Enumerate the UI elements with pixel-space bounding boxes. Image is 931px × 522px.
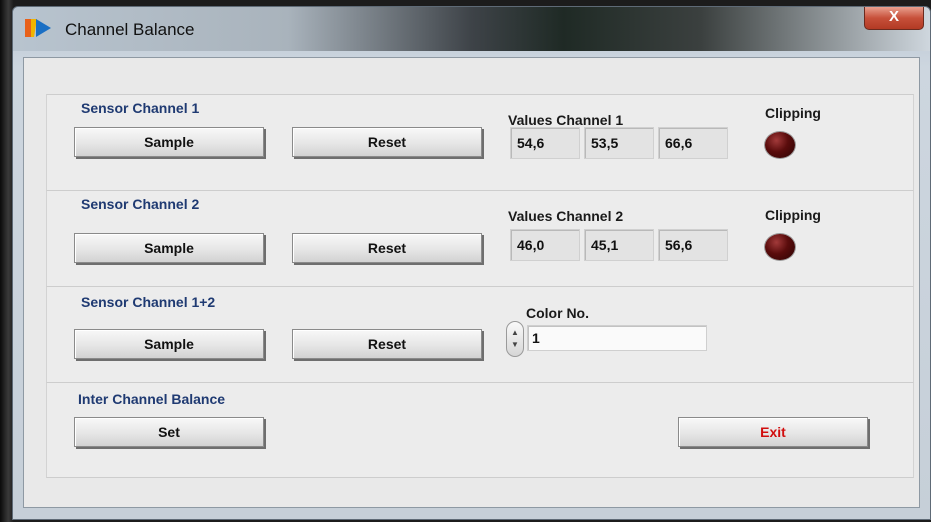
group-sensor-channel-2: Sensor Channel 2 Sample Reset Values Cha…	[46, 190, 914, 286]
channel-balance-window: Channel Balance X Sensor Channel 1 Sampl…	[12, 6, 931, 520]
window-title: Channel Balance	[65, 20, 195, 39]
sample-button-channel-1[interactable]: Sample	[74, 127, 264, 157]
value-field-2: 45,1	[584, 229, 654, 261]
title-bar[interactable]: Channel Balance X	[13, 7, 930, 51]
sample-button-channel-2[interactable]: Sample	[74, 233, 264, 263]
close-icon: X	[888, 8, 899, 25]
clipping-label: Clipping	[765, 105, 821, 121]
clipping-led-icon	[765, 132, 795, 158]
dialog-client-area: Sensor Channel 1 Sample Reset Values Cha…	[23, 57, 920, 508]
value-field-1: 54,6	[510, 127, 580, 159]
value-field-3: 66,6	[658, 127, 728, 159]
color-number-label: Color No.	[526, 305, 589, 321]
values-label-channel-2: Values Channel 2	[508, 208, 624, 224]
reset-button-channel-2[interactable]: Reset	[292, 233, 482, 263]
exit-button[interactable]: Exit	[678, 417, 868, 447]
group-title: Sensor Channel 2	[81, 196, 200, 212]
reset-button-channel-1-2[interactable]: Reset	[292, 329, 482, 359]
clipping-led-icon	[765, 234, 795, 260]
group-title: Sensor Channel 1+2	[81, 294, 216, 310]
color-number-input[interactable]: 1	[527, 325, 707, 351]
group-inter-channel-balance: Inter Channel Balance Set Exit	[46, 382, 914, 478]
sample-button-channel-1-2[interactable]: Sample	[74, 329, 264, 359]
up-down-spinner-icon[interactable]: ▲ ▼	[506, 321, 524, 357]
group-title: Inter Channel Balance	[78, 391, 226, 407]
clipping-label: Clipping	[765, 207, 821, 223]
values-label-channel-1: Values Channel 1	[508, 112, 624, 128]
close-button[interactable]: X	[864, 7, 924, 30]
app-logo-icon	[25, 19, 51, 37]
group-sensor-channel-1-2: Sensor Channel 1+2 Sample Reset Color No…	[46, 286, 914, 382]
value-field-1: 46,0	[510, 229, 580, 261]
group-title: Sensor Channel 1	[81, 100, 200, 116]
group-sensor-channel-1: Sensor Channel 1 Sample Reset Values Cha…	[46, 94, 914, 190]
reset-button-channel-1[interactable]: Reset	[292, 127, 482, 157]
value-field-2: 53,5	[584, 127, 654, 159]
value-field-3: 56,6	[658, 229, 728, 261]
set-button[interactable]: Set	[74, 417, 264, 447]
